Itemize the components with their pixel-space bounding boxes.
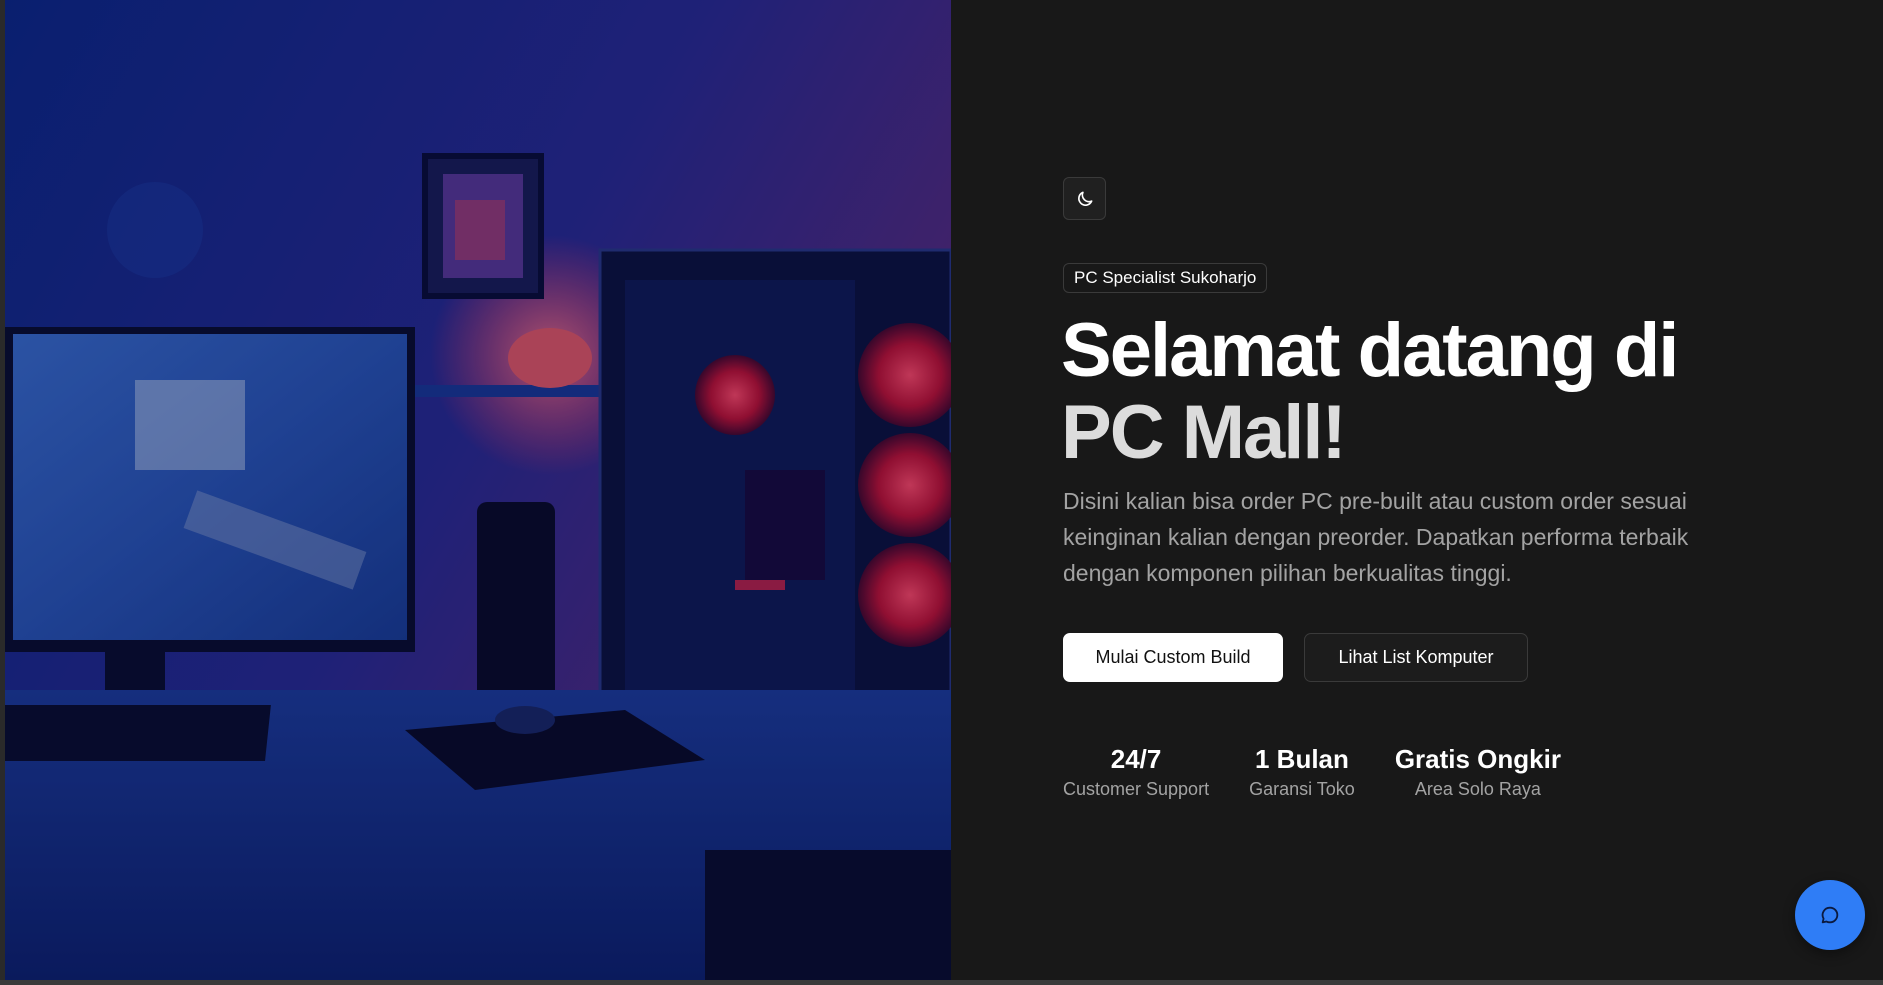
- start-custom-build-button[interactable]: Mulai Custom Build: [1063, 633, 1283, 682]
- stat-warranty: 1 Bulan Garansi Toko: [1249, 742, 1355, 802]
- theme-toggle-button[interactable]: [1063, 177, 1106, 220]
- stat-value: 24/7: [1110, 744, 1162, 774]
- stat-label: Area Solo Raya: [1414, 779, 1541, 799]
- window-edge-bottom: [0, 980, 1883, 985]
- stat-support: 24/7 Customer Support: [1063, 742, 1209, 802]
- stat-label: Customer Support: [1063, 779, 1210, 799]
- stats-row: 24/7 Customer Support 1 Bulan Garansi To…: [1063, 742, 1561, 802]
- landing-page: PC Specialist Sukoharjo Selamat datang d…: [0, 0, 1883, 985]
- page-title: Selamat datang di PC Mall!: [1061, 310, 1821, 474]
- hero-image: [5, 0, 951, 980]
- page-title-line1: Selamat datang di: [1061, 308, 1679, 393]
- hero-content: PC Specialist Sukoharjo Selamat datang d…: [951, 0, 1883, 980]
- stat-value: 1 Bulan: [1254, 744, 1349, 774]
- moon-icon: [1077, 191, 1092, 206]
- stat-shipping: Gratis Ongkir Area Solo Raya: [1395, 742, 1561, 802]
- hero-description: Disini kalian bisa order PC pre-built at…: [1063, 488, 1689, 586]
- view-computer-list-button[interactable]: Lihat List Komputer: [1304, 633, 1528, 682]
- stat-value: Gratis Ongkir: [1394, 744, 1561, 774]
- chat-button[interactable]: [1795, 880, 1865, 950]
- page-title-line2: PC Mall!: [1061, 390, 1347, 475]
- stat-label: Garansi Toko: [1249, 779, 1355, 799]
- chat-bubble-icon: [1821, 906, 1839, 924]
- location-badge: PC Specialist Sukoharjo: [1063, 263, 1268, 293]
